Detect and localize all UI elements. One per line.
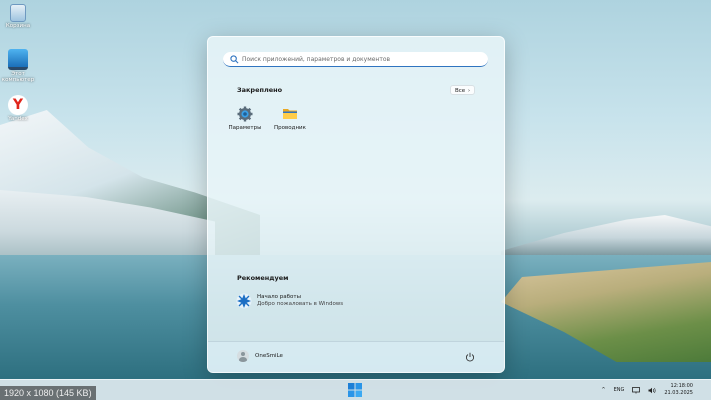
file-explorer-folder-icon (283, 109, 297, 119)
desktop-icon-yandex[interactable]: Y Yandex (0, 95, 36, 122)
language-indicator[interactable]: ENG (614, 387, 625, 393)
pinned-section-title: Закреплено (237, 86, 283, 94)
system-tray: ^ ENG 12:18:00 21.03.2025 (601, 380, 711, 400)
desktop-icon-label: Этот компьютер (1, 71, 35, 83)
desktop-icon-label: Yandex (8, 116, 28, 122)
pinned-app-label: Параметры (228, 125, 262, 131)
recycle-bin-icon (10, 4, 26, 22)
pinned-app-file-explorer[interactable]: Проводник (270, 106, 310, 131)
image-size-caption: 1920 x 1080 (145 KB) (0, 386, 96, 400)
windows-logo-icon[interactable] (348, 383, 362, 397)
get-started-icon (236, 293, 252, 309)
search-input[interactable] (242, 55, 482, 63)
recommended-item-title: Начало работы (257, 294, 301, 300)
chevron-right-icon: › (468, 88, 470, 94)
tray-overflow-chevron[interactable]: ^ (601, 387, 605, 393)
avatar (237, 350, 249, 362)
desktop-icon-label: Корзина (5, 23, 31, 29)
recommended-section-title: Рекомендуем (237, 274, 289, 282)
pinned-app-label: Проводник (274, 125, 306, 131)
start-menu-footer: OneSmiLe (208, 341, 504, 372)
this-pc-icon (8, 49, 28, 70)
desktop-icon-this-pc[interactable]: Этот компьютер (0, 49, 36, 83)
clock-time: 12:18:00 (670, 383, 693, 389)
recommended-item-subtitle: Добро пожаловать в Windows (257, 301, 344, 307)
power-icon[interactable] (465, 352, 475, 362)
user-account-button[interactable]: OneSmiLe (237, 350, 283, 362)
user-name: OneSmiLe (255, 353, 283, 359)
taskbar: ^ ENG 12:18:00 21.03.2025 (0, 379, 711, 400)
start-search-box[interactable] (223, 52, 488, 67)
pinned-app-settings[interactable]: Параметры (225, 106, 265, 131)
recommended-item-get-started[interactable]: Начало работы Добро пожаловать в Windows (236, 293, 343, 309)
yandex-browser-icon: Y (8, 95, 28, 115)
clock[interactable]: 12:18:00 21.03.2025 (664, 383, 693, 397)
desktop-icon-recycle-bin[interactable]: Корзина (0, 4, 36, 29)
all-apps-button[interactable]: Все › (450, 85, 475, 95)
clock-date: 21.03.2025 (664, 390, 693, 396)
network-icon[interactable] (632, 386, 641, 394)
settings-gear-icon (237, 106, 253, 122)
volume-icon[interactable] (648, 387, 656, 394)
search-icon (230, 54, 239, 63)
background-distant-mountain (501, 215, 711, 260)
all-apps-label: Все (455, 88, 466, 94)
start-menu: Закреплено Все › Параметры Проводник Рек… (207, 36, 505, 373)
